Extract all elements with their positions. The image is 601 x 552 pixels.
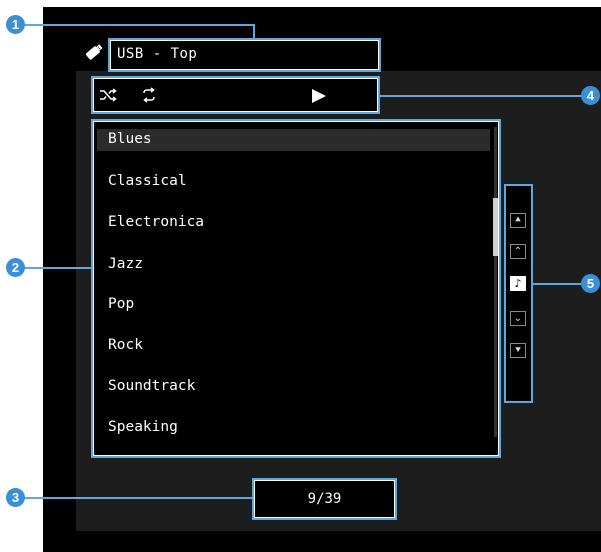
source-path-label: USB - Top xyxy=(117,46,198,62)
list-item[interactable]: Pop xyxy=(108,296,134,312)
callout-badge-3: 3 xyxy=(6,488,25,507)
up-icon[interactable]: ⌃ xyxy=(510,244,526,259)
callout-badge-4: 4 xyxy=(581,86,600,105)
page-down-icon[interactable]: ⯆ xyxy=(510,343,526,358)
callout-line-4 xyxy=(380,95,585,97)
callout-line-1-drop xyxy=(253,24,255,39)
page-up-icon[interactable]: ⯅ xyxy=(510,213,526,228)
shuffle-icon[interactable] xyxy=(99,87,117,103)
down-icon[interactable]: ⌄ xyxy=(510,311,526,326)
repeat-icon[interactable] xyxy=(140,87,158,103)
usb-memory-icon xyxy=(85,44,103,60)
callout-badge-5: 5 xyxy=(581,274,600,293)
list-item[interactable]: Jazz xyxy=(108,256,143,272)
now-playing-icon[interactable]: ♪ xyxy=(510,276,526,291)
play-icon[interactable] xyxy=(311,88,327,104)
callout-line-2 xyxy=(16,267,92,269)
scrollbar-thumb[interactable] xyxy=(493,198,498,256)
callout-line-1 xyxy=(16,24,255,26)
list-item[interactable]: Classical xyxy=(108,173,187,189)
playback-controls-box xyxy=(91,76,380,114)
list-item[interactable]: Rock xyxy=(108,337,143,353)
list-item[interactable]: Blues xyxy=(108,131,152,147)
callout-badge-1: 1 xyxy=(6,15,25,34)
callout-badge-2: 2 xyxy=(6,258,25,277)
list-item[interactable]: Speaking xyxy=(108,419,178,435)
callout-line-5 xyxy=(533,283,585,285)
content-list-box xyxy=(91,119,501,458)
list-item[interactable]: Soundtrack xyxy=(108,378,195,394)
list-selection-highlight xyxy=(97,129,490,151)
list-scrollbar[interactable] xyxy=(494,127,497,437)
page-indicator: 9/39 xyxy=(307,491,342,507)
callout-line-3 xyxy=(16,497,253,499)
list-item[interactable]: Electronica xyxy=(108,214,204,230)
